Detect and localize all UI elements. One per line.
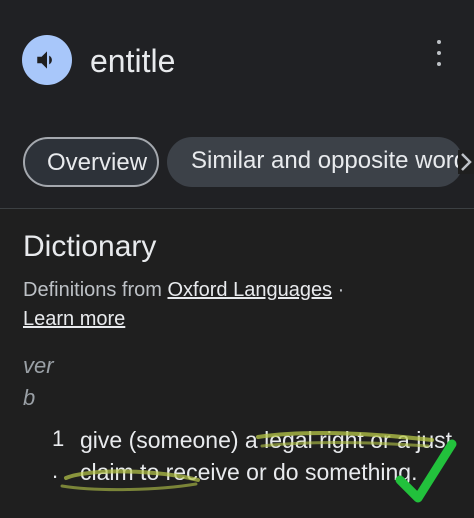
- sense-number: 1: [52, 426, 65, 451]
- entry-header: entitle Overview Similar and opposite wo…: [0, 0, 474, 209]
- source-prefix: Definitions from: [23, 279, 162, 301]
- oxford-languages-link[interactable]: Oxford Languages: [168, 279, 333, 301]
- learn-more-link[interactable]: Learn more: [23, 308, 125, 330]
- pronunciation-button[interactable]: [22, 35, 72, 85]
- tab-overview-label: Overview: [47, 149, 148, 176]
- separator: ·: [337, 279, 345, 301]
- more-vertical-icon[interactable]: [428, 40, 450, 66]
- tab-overview[interactable]: Overview: [23, 137, 159, 187]
- sense-definition: give (someone) a legal right or a just c…: [80, 427, 453, 485]
- volume-up-icon: [37, 51, 52, 69]
- tab-similar-and-opposite-words[interactable]: Similar and opposite words: [167, 137, 463, 187]
- section-title: Dictionary: [23, 230, 157, 263]
- scroll-right-icon[interactable]: [458, 150, 474, 174]
- sense-marker: .: [52, 458, 59, 483]
- entry-word: entitle: [90, 43, 176, 79]
- part-of-speech: verb: [23, 353, 54, 410]
- tab-similar-label: Similar and opposite words: [191, 147, 463, 174]
- source-attribution: Definitions from Oxford Languages · Lear…: [23, 276, 463, 334]
